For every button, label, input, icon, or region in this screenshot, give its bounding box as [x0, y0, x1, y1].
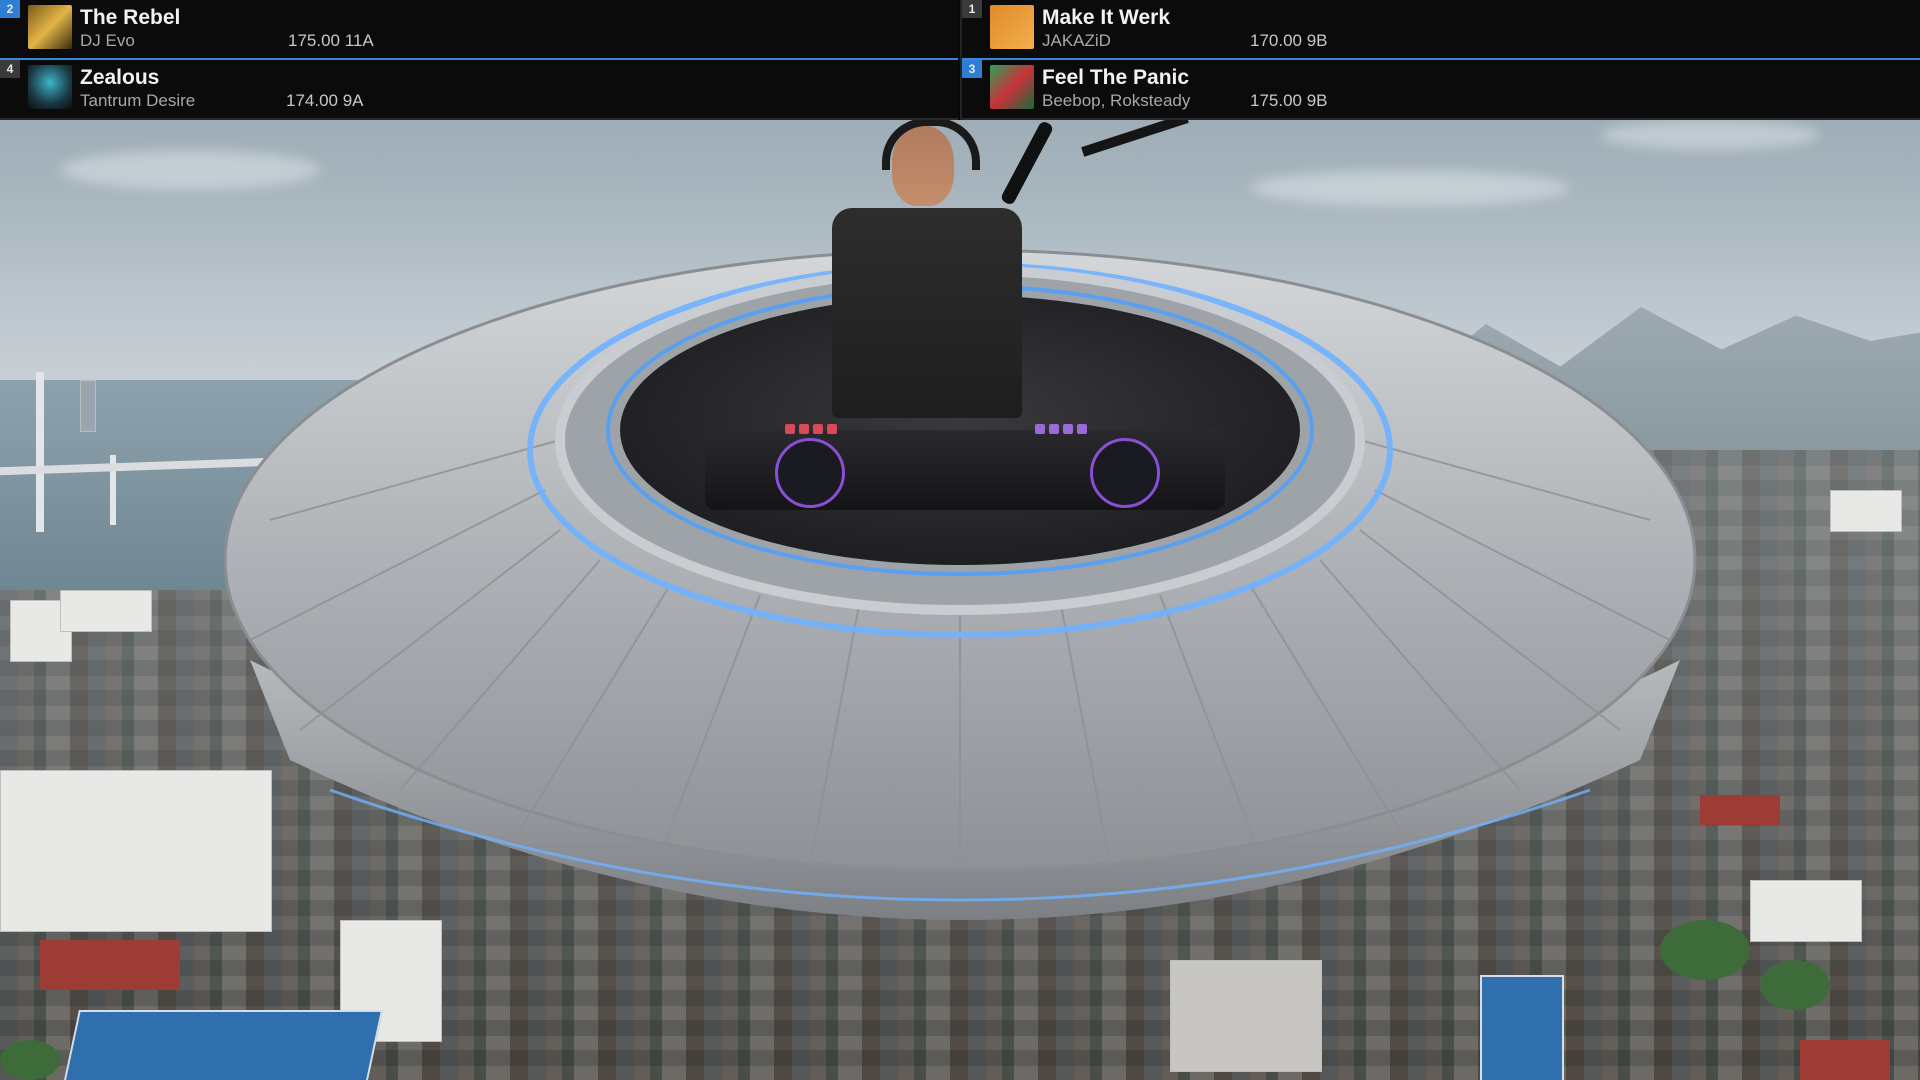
track-bpm-key: 175.00 11A: [288, 31, 374, 50]
track-title: Make It Werk: [1042, 6, 1170, 29]
performance-pad: [1063, 424, 1073, 434]
dj-webcam-feed: [820, 118, 1022, 448]
deck-number-badge: 4: [0, 60, 20, 78]
track-artist: Beebop, Roksteady: [1042, 91, 1191, 110]
deck-divider: [960, 0, 962, 120]
deck-number-badge: 3: [962, 60, 982, 78]
deck-panel: 3 Feel The Panic Beebop, Roksteady 175.0…: [962, 60, 1920, 120]
track-artist: Tantrum Desire: [80, 91, 196, 110]
track-title: The Rebel: [80, 6, 181, 29]
deck-panel: 1 Make It Werk JAKAZiD 170.00 9B: [962, 0, 1920, 60]
now-playing-overlay: 2 The Rebel DJ Evo 175.00 11A 1 Make It …: [0, 0, 1920, 120]
track-bpm-key: 174.00 9A: [286, 91, 364, 110]
album-art-icon: [990, 5, 1034, 49]
album-art-icon: [28, 65, 72, 109]
headphones-icon: [882, 118, 980, 170]
performance-pad: [1035, 424, 1045, 434]
track-bpm-key: 170.00 9B: [1250, 31, 1328, 50]
deck-number-badge: 2: [0, 0, 20, 18]
track-bpm-key: 175.00 9B: [1250, 91, 1328, 110]
performance-pad: [799, 424, 809, 434]
track-artist: DJ Evo: [80, 31, 135, 50]
dj-torso: [832, 208, 1022, 418]
jog-wheel-right: [1090, 438, 1160, 508]
performance-pad: [1077, 424, 1087, 434]
album-art-icon: [28, 5, 72, 49]
track-title: Feel The Panic: [1042, 66, 1190, 89]
performance-pad: [785, 424, 795, 434]
performance-pad: [827, 424, 837, 434]
album-art-icon: [990, 65, 1034, 109]
dj-controller: [705, 424, 1225, 510]
performance-pad: [1049, 424, 1059, 434]
track-artist: JAKAZiD: [1042, 31, 1111, 50]
jog-wheel-left: [775, 438, 845, 508]
deck-panel: 2 The Rebel DJ Evo 175.00 11A: [0, 0, 958, 60]
deck-number-badge: 1: [962, 0, 982, 18]
flying-saucer-stage: [0, 0, 1920, 1080]
track-title: Zealous: [80, 66, 160, 89]
deck-panel: 4 Zealous Tantrum Desire 174.00 9A: [0, 60, 958, 120]
performance-pad: [813, 424, 823, 434]
